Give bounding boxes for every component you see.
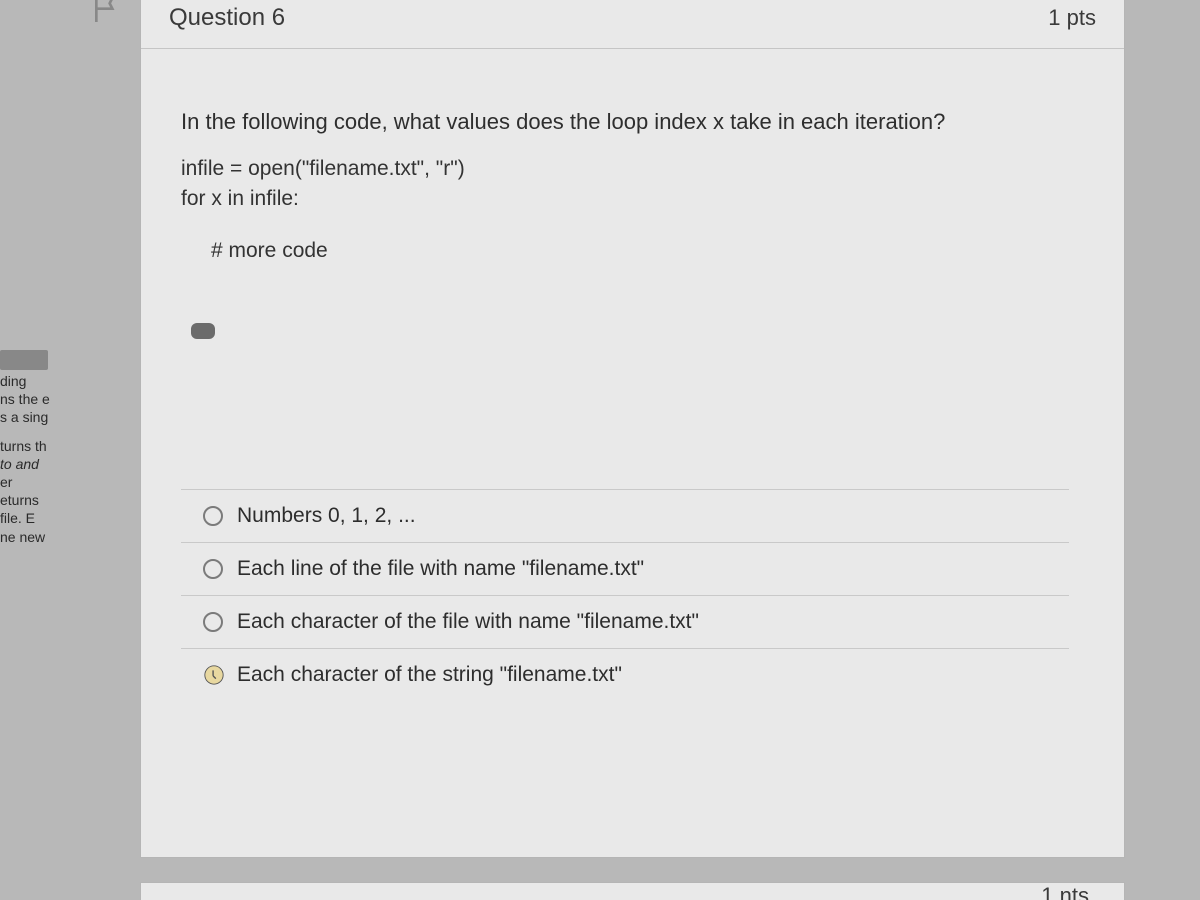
code-line: # more code: [211, 239, 1084, 263]
pointer-cursor-icon: [203, 664, 225, 686]
sidebar-text: to and: [0, 455, 56, 473]
sidebar-notes-fragment: ding ns the e s a sing turns th to and e…: [0, 350, 56, 546]
question-card: Question 6 1 pts In the following code, …: [140, 0, 1125, 858]
next-question-card: 1 nts: [140, 882, 1125, 900]
option-label: Each character of the string "filename.t…: [237, 663, 622, 687]
sidebar-text: turns th: [0, 437, 56, 455]
sidebar-text: file. E: [0, 509, 56, 527]
radio-icon[interactable]: [203, 506, 223, 526]
question-points: 1 pts: [1048, 5, 1096, 31]
radio-icon[interactable]: [203, 612, 223, 632]
question-body: In the following code, what values does …: [141, 49, 1124, 731]
question-header: Question 6 1 pts: [141, 0, 1124, 49]
option-label: Each character of the file with name "fi…: [237, 610, 699, 634]
option-row[interactable]: Each character of the file with name "fi…: [181, 596, 1069, 649]
text-cursor-icon: [191, 323, 215, 339]
next-question-points: 1 nts: [1041, 883, 1089, 900]
code-line: for x in infile:: [181, 187, 1084, 211]
radio-icon[interactable]: [203, 559, 223, 579]
sidebar-text: eturns: [0, 491, 56, 509]
option-row[interactable]: Each line of the file with name "filenam…: [181, 543, 1069, 596]
code-line: infile = open("filename.txt", "r"): [181, 157, 1084, 181]
options-list: Numbers 0, 1, 2, ... Each line of the fi…: [181, 489, 1084, 701]
option-label: Numbers 0, 1, 2, ...: [237, 504, 416, 528]
sidebar-text: ding: [0, 372, 56, 390]
sidebar-text: s a sing: [0, 408, 56, 426]
question-prompt: In the following code, what values does …: [181, 109, 1084, 135]
sidebar-text: ns the e: [0, 390, 56, 408]
question-title: Question 6: [169, 4, 285, 32]
flag-icon[interactable]: [91, 0, 123, 26]
sidebar-text: ne new: [0, 528, 56, 546]
option-label: Each line of the file with name "filenam…: [237, 557, 644, 581]
option-row[interactable]: Numbers 0, 1, 2, ...: [181, 489, 1069, 543]
sidebar-text: er: [0, 473, 56, 491]
option-row[interactable]: Each character of the string "filename.t…: [181, 649, 1069, 701]
